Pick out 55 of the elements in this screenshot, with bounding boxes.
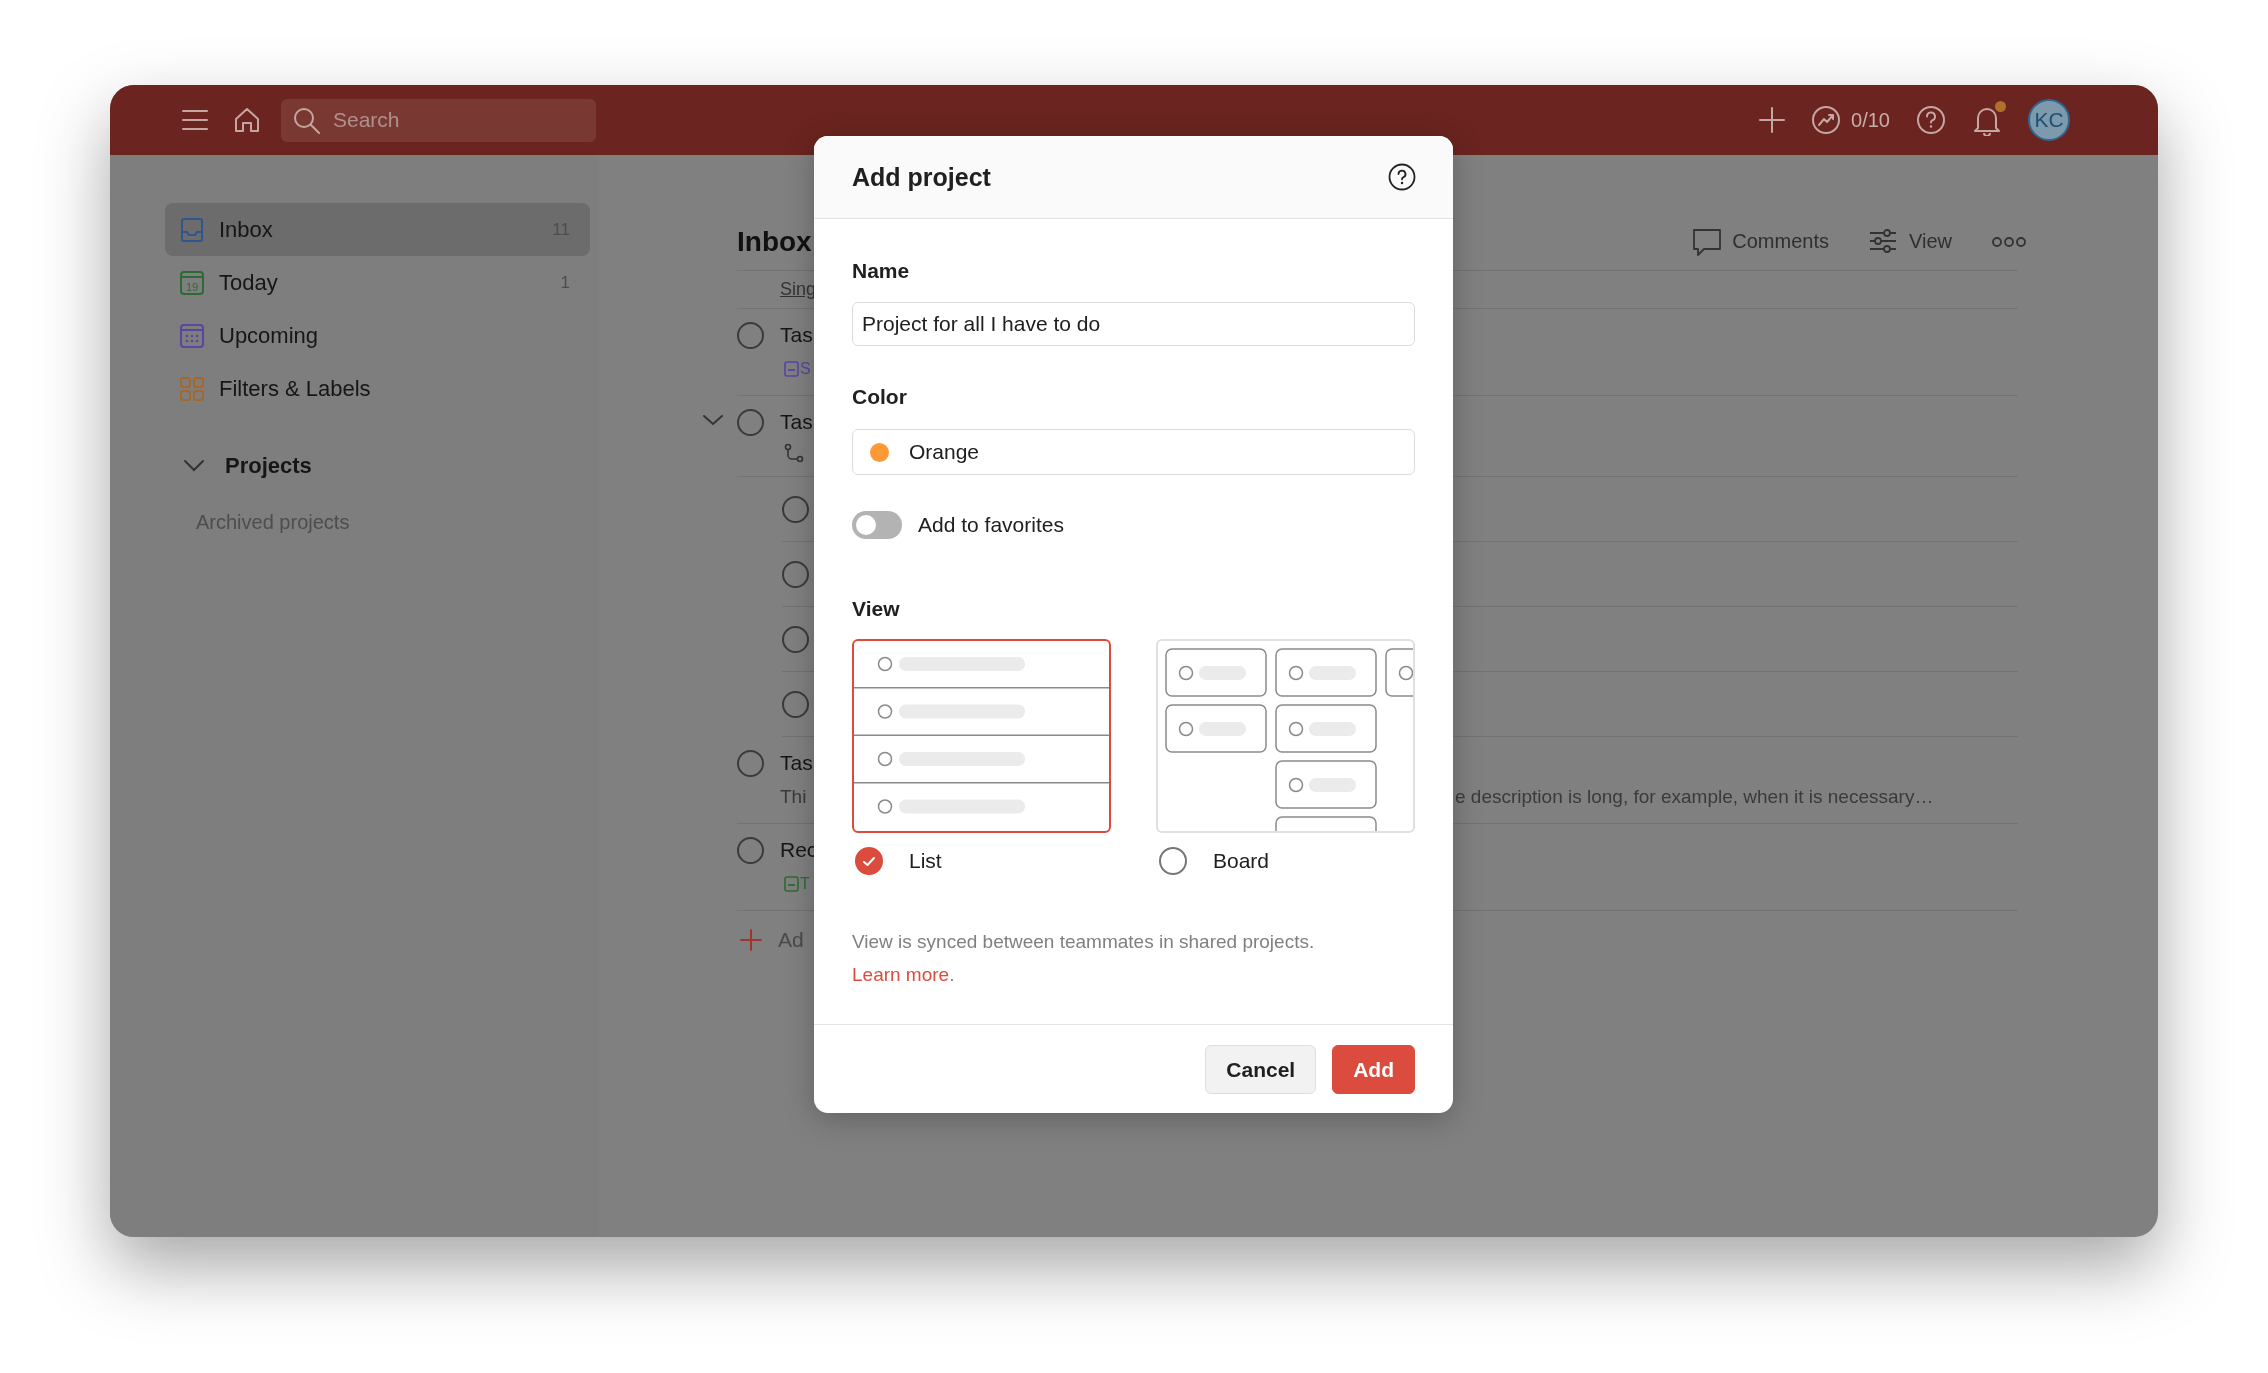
task-checkbox[interactable] <box>782 495 809 523</box>
inbox-icon <box>179 216 205 243</box>
task-checkbox[interactable] <box>782 625 809 653</box>
user-avatar[interactable]: KC <box>2028 99 2070 141</box>
chevron-icon[interactable] <box>183 459 205 473</box>
toolbar-button[interactable]: Comments <box>1692 227 1829 256</box>
help-icon[interactable] <box>1388 163 1416 191</box>
projects-heading[interactable]: Projects <box>225 453 312 479</box>
radio-button[interactable] <box>1159 847 1187 875</box>
task-checkbox[interactable] <box>737 322 764 349</box>
add-button[interactable]: Add <box>1332 1045 1415 1094</box>
task-project: S <box>800 359 811 379</box>
sidebar-item[interactable]: Upcoming <box>165 309 590 362</box>
favorites-toggle[interactable] <box>852 511 902 539</box>
calendar-grid-icon <box>179 322 205 349</box>
more-icon[interactable] <box>1992 235 2026 248</box>
search-field[interactable]: Search <box>281 98 596 142</box>
field-label: Name <box>852 258 911 284</box>
task-project: T <box>800 874 810 894</box>
task-description: e description is long, for example, when it is necessary… <box>1455 785 1935 809</box>
search-icon <box>293 106 321 135</box>
view-radio-option[interactable]: List <box>852 847 1111 875</box>
task-checkbox[interactable] <box>782 560 809 588</box>
view-note: View is synced between teammates in shared projects. Learn more. <box>852 930 1316 987</box>
task-description: Thi <box>780 785 808 809</box>
task-checkbox[interactable] <box>737 750 764 777</box>
add-icon[interactable] <box>1759 107 1786 133</box>
grid-icon <box>179 375 205 402</box>
page-title: Inbox <box>737 225 812 258</box>
field-label: Color <box>852 384 908 410</box>
field-label: View <box>852 596 901 622</box>
sidebar-item[interactable]: Filters & Labels <box>165 362 590 415</box>
task-checkbox[interactable] <box>782 690 809 718</box>
name-input[interactable]: Project for all I have to do <box>852 302 1415 346</box>
menu-icon[interactable] <box>182 109 208 131</box>
karma-count: 0/10 <box>1851 108 1890 132</box>
comment-icon <box>1692 227 1723 256</box>
sliders-icon <box>1869 227 1899 256</box>
color-select[interactable]: Orange <box>852 429 1415 475</box>
dialog-title: Add project <box>852 162 991 192</box>
chevron-icon[interactable] <box>701 413 725 427</box>
home-icon[interactable] <box>233 107 261 133</box>
radio-button[interactable] <box>855 847 883 875</box>
view-radio-option[interactable]: Board <box>1156 847 1415 875</box>
task-checkbox[interactable] <box>737 837 764 864</box>
toggle-label: Add to favorites <box>918 513 1064 537</box>
check-icon <box>862 855 876 867</box>
toolbar-button[interactable]: View <box>1869 227 1952 256</box>
list-view-preview[interactable] <box>852 639 1111 833</box>
cancel-button[interactable]: Cancel <box>1205 1045 1317 1094</box>
trend-icon[interactable] <box>1811 105 1842 135</box>
calendar-icon: 19 <box>179 269 205 296</box>
learn-more-link[interactable]: Learn more <box>852 964 950 985</box>
task-checkbox[interactable] <box>737 409 764 436</box>
subtask-icon <box>784 443 804 463</box>
